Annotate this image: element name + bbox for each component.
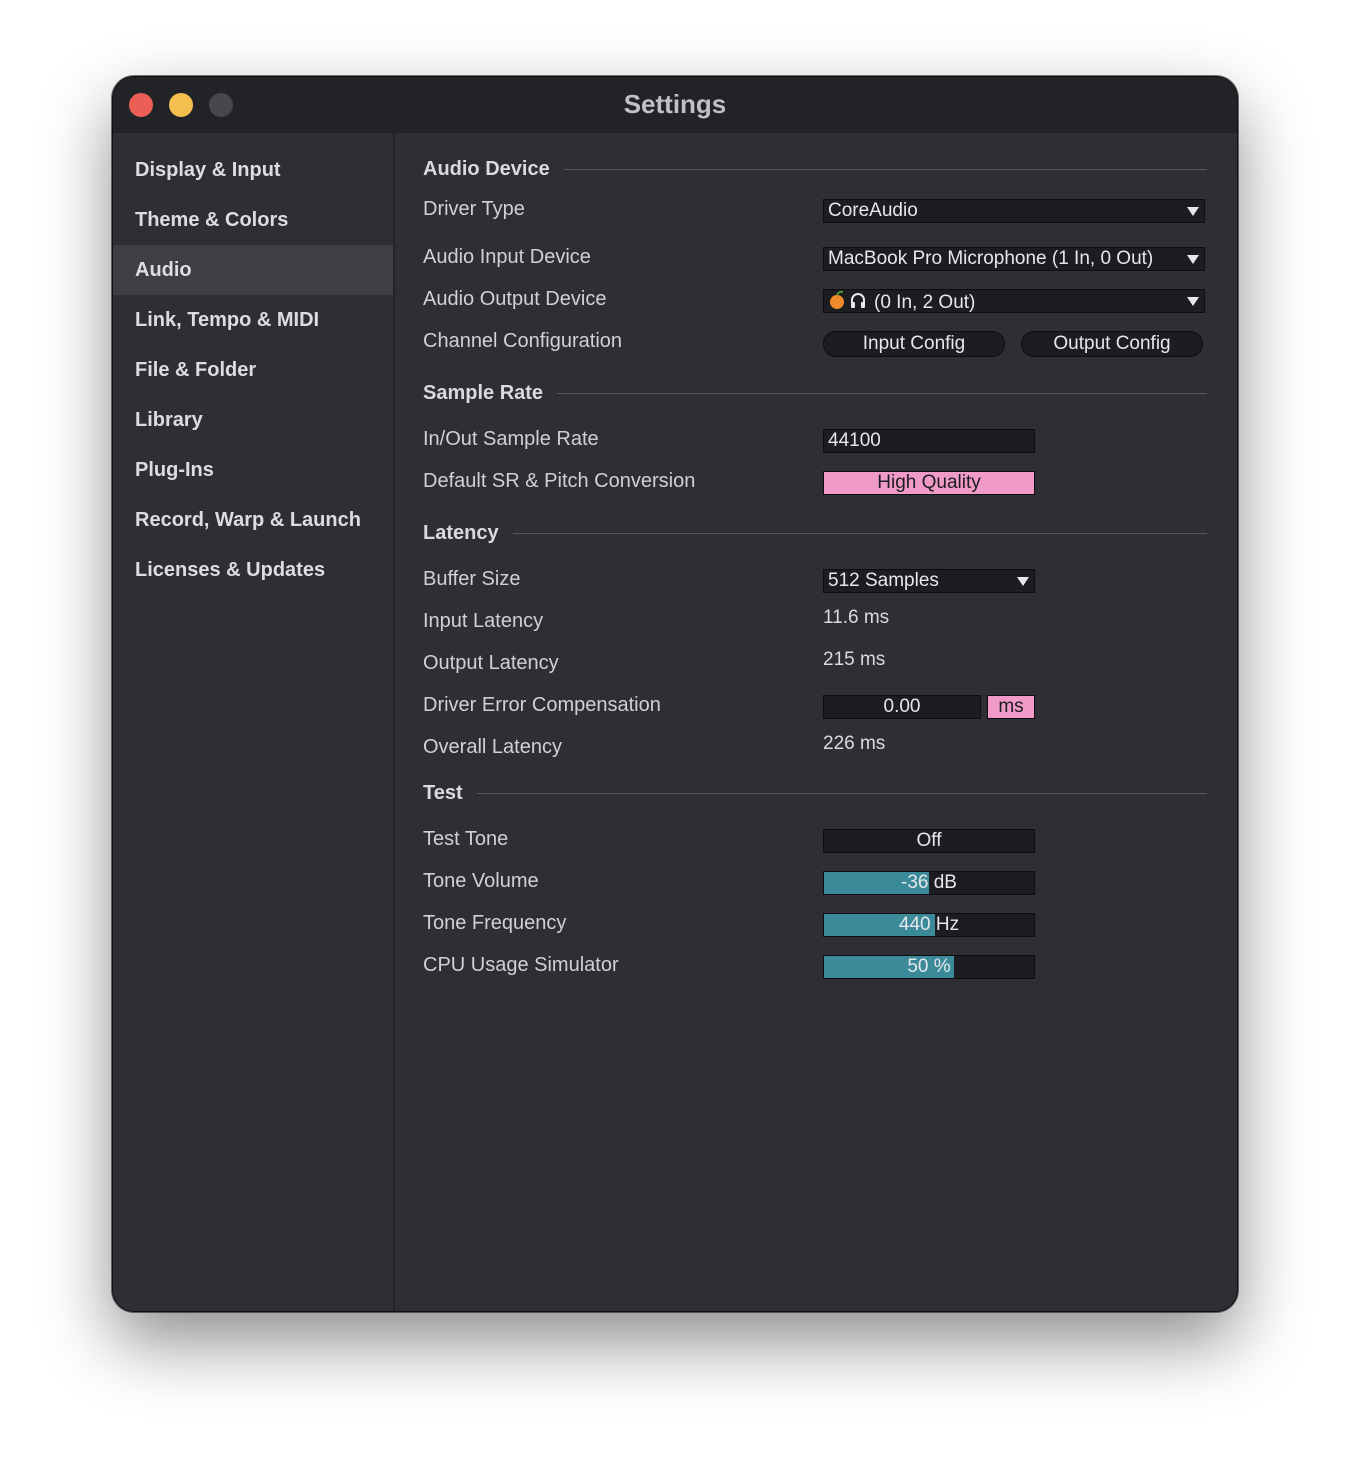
pitch-conversion-label: Default SR & Pitch Conversion: [423, 470, 696, 492]
section-audio-device: Audio Device: [423, 154, 1207, 184]
cpu-usage-label: CPU Usage Simulator: [423, 954, 619, 976]
section-divider: [512, 532, 1207, 534]
sample-rate-field[interactable]: 44100: [823, 429, 1035, 453]
tone-volume-value: -36 dB: [901, 872, 957, 893]
sidebar-item-file-folder[interactable]: File & Folder: [113, 345, 393, 395]
buffer-size-value: 512 Samples: [828, 570, 939, 591]
sidebar-item-display-input[interactable]: Display & Input: [113, 145, 393, 195]
output-latency-label: Output Latency: [423, 652, 559, 674]
input-config-button[interactable]: Input Config: [823, 331, 1005, 357]
input-latency-value: 11.6 ms: [823, 607, 890, 628]
settings-window: Settings Display & Input Theme & Colors …: [112, 76, 1238, 1312]
chevron-down-icon: [1187, 255, 1199, 264]
overall-latency-value: 226 ms: [823, 733, 886, 754]
section-divider: [563, 168, 1207, 170]
audio-input-device-label: Audio Input Device: [423, 246, 591, 268]
section-test: Test: [423, 778, 1207, 808]
peach-headphones-icon: [830, 290, 865, 309]
sidebar-item-library[interactable]: Library: [113, 395, 393, 445]
buffer-size-dropdown[interactable]: 512 Samples: [823, 569, 1035, 593]
cpu-usage-slider[interactable]: 50 %: [823, 955, 1035, 979]
sidebar-item-record-warp-launch[interactable]: Record, Warp & Launch: [113, 495, 393, 545]
tone-frequency-slider[interactable]: 440 Hz: [823, 913, 1035, 937]
driver-type-value: CoreAudio: [828, 200, 918, 221]
driver-type-dropdown[interactable]: CoreAudio: [823, 199, 1205, 223]
sidebar-item-plug-ins[interactable]: Plug-Ins: [113, 445, 393, 495]
channel-configuration-label: Channel Configuration: [423, 330, 623, 352]
sidebar-item-theme-colors[interactable]: Theme & Colors: [113, 195, 393, 245]
section-divider: [557, 392, 1207, 394]
driver-error-unit: ms: [987, 695, 1035, 719]
section-sample-rate: Sample Rate: [423, 378, 1207, 408]
section-divider: [476, 792, 1207, 794]
section-latency: Latency: [423, 518, 1207, 548]
output-latency-value: 215 ms: [823, 649, 886, 670]
pitch-conversion-toggle[interactable]: High Quality: [823, 471, 1035, 495]
sample-rate-label: In/Out Sample Rate: [423, 428, 599, 450]
audio-input-device-value: MacBook Pro Microphone (1 In, 0 Out): [828, 248, 1154, 269]
tone-frequency-value: 440 Hz: [898, 914, 960, 935]
sidebar-item-link-tempo-midi[interactable]: Link, Tempo & MIDI: [113, 295, 393, 345]
audio-output-device-dropdown[interactable]: (0 In, 2 Out): [823, 289, 1205, 313]
driver-error-label: Driver Error Compensation: [423, 694, 661, 716]
tone-frequency-label: Tone Frequency: [423, 912, 567, 934]
section-title: Audio Device: [423, 157, 550, 180]
title-bar: Settings: [113, 77, 1237, 133]
driver-error-field[interactable]: 0.00: [823, 695, 981, 719]
sidebar-item-audio[interactable]: Audio: [113, 245, 393, 295]
audio-settings-panel: Audio Device Driver Type CoreAudio Audio…: [395, 133, 1237, 1311]
section-title: Latency: [423, 521, 499, 544]
section-title: Test: [423, 781, 463, 804]
driver-type-label: Driver Type: [423, 198, 525, 220]
input-latency-label: Input Latency: [423, 610, 544, 632]
overall-latency-label: Overall Latency: [423, 736, 562, 758]
audio-output-device-label: Audio Output Device: [423, 288, 607, 310]
sidebar: Display & Input Theme & Colors Audio Lin…: [113, 133, 395, 1311]
window-title: Settings: [623, 89, 727, 119]
chevron-down-icon: [1187, 297, 1199, 306]
buffer-size-label: Buffer Size: [423, 568, 521, 590]
chevron-down-icon: [1187, 207, 1199, 216]
device-icons: [828, 290, 868, 312]
audio-input-device-dropdown[interactable]: MacBook Pro Microphone (1 In, 0 Out): [823, 247, 1205, 271]
tone-volume-slider[interactable]: -36 dB: [823, 871, 1035, 895]
cpu-usage-value: 50 %: [907, 956, 951, 977]
test-tone-toggle[interactable]: Off: [823, 829, 1035, 853]
test-tone-label: Test Tone: [423, 828, 509, 850]
chevron-down-icon: [1017, 577, 1029, 586]
tone-volume-label: Tone Volume: [423, 870, 539, 892]
sidebar-item-licenses-updates[interactable]: Licenses & Updates: [113, 545, 393, 595]
output-config-button[interactable]: Output Config: [1021, 331, 1203, 357]
section-title: Sample Rate: [423, 381, 544, 404]
audio-output-device-value: (0 In, 2 Out): [874, 292, 976, 313]
